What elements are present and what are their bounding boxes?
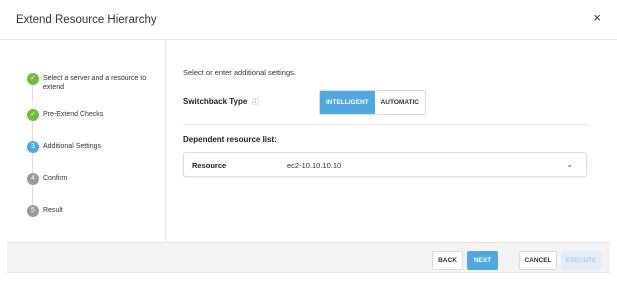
next-button[interactable]: NEXT [467, 251, 498, 270]
settings-panel: Select or enter additional settings. Swi… [166, 40, 617, 242]
execute-button: EXECUTE [561, 251, 601, 270]
extend-resource-dialog: Extend Resource Hierarchy × ✓ Select a s… [0, 0, 617, 283]
intro-text: Select or enter additional settings. [183, 68, 296, 77]
close-icon[interactable]: × [593, 11, 601, 24]
wizard-steps: ✓ Select a server and a resource to exte… [9, 40, 166, 242]
chevron-down-icon[interactable]: ⌄ [566, 160, 573, 169]
dependent-resource-list-label: Dependent resource list: [183, 135, 277, 144]
switchback-type-text: Switchback Type [183, 97, 248, 106]
switchback-intelligent-button[interactable]: INTELLIGENT [320, 91, 375, 114]
check-icon: ✓ [27, 73, 39, 85]
resource-value: ec2-10.10.10.10 [287, 161, 342, 170]
dialog-footer: BACK NEXT CANCEL EXECUTE [7, 242, 610, 272]
cancel-button[interactable]: CANCEL [519, 251, 557, 270]
check-icon: ✓ [27, 109, 39, 121]
divider [7, 272, 610, 273]
divider [183, 124, 588, 125]
step-label: Result [43, 207, 63, 214]
step-connector [32, 85, 33, 102]
step-label: Confirm [43, 175, 68, 182]
step-label: Select a server and a resource to extend [43, 75, 147, 91]
step-5-icon: 5 [27, 205, 39, 217]
step-3-icon: 3 [27, 141, 39, 153]
step-4-icon: 4 [27, 173, 39, 185]
dialog-title: Extend Resource Hierarchy [16, 14, 157, 26]
switchback-type-label: Switchback Type ⓘ [183, 97, 259, 107]
dialog-header: Extend Resource Hierarchy × [0, 0, 617, 40]
info-icon[interactable]: ⓘ [252, 99, 259, 106]
switchback-type-toggle: INTELLIGENT AUTOMATIC [319, 90, 427, 115]
resource-header: Resource [192, 161, 227, 170]
switchback-automatic-button[interactable]: AUTOMATIC [374, 91, 426, 114]
resource-accordion[interactable]: Resource ec2-10.10.10.10 ⌄ [183, 152, 587, 177]
back-button[interactable]: BACK [432, 251, 463, 270]
step-label: Additional Settings [43, 143, 101, 150]
step-label: Pre-Extend Checks [43, 111, 104, 118]
